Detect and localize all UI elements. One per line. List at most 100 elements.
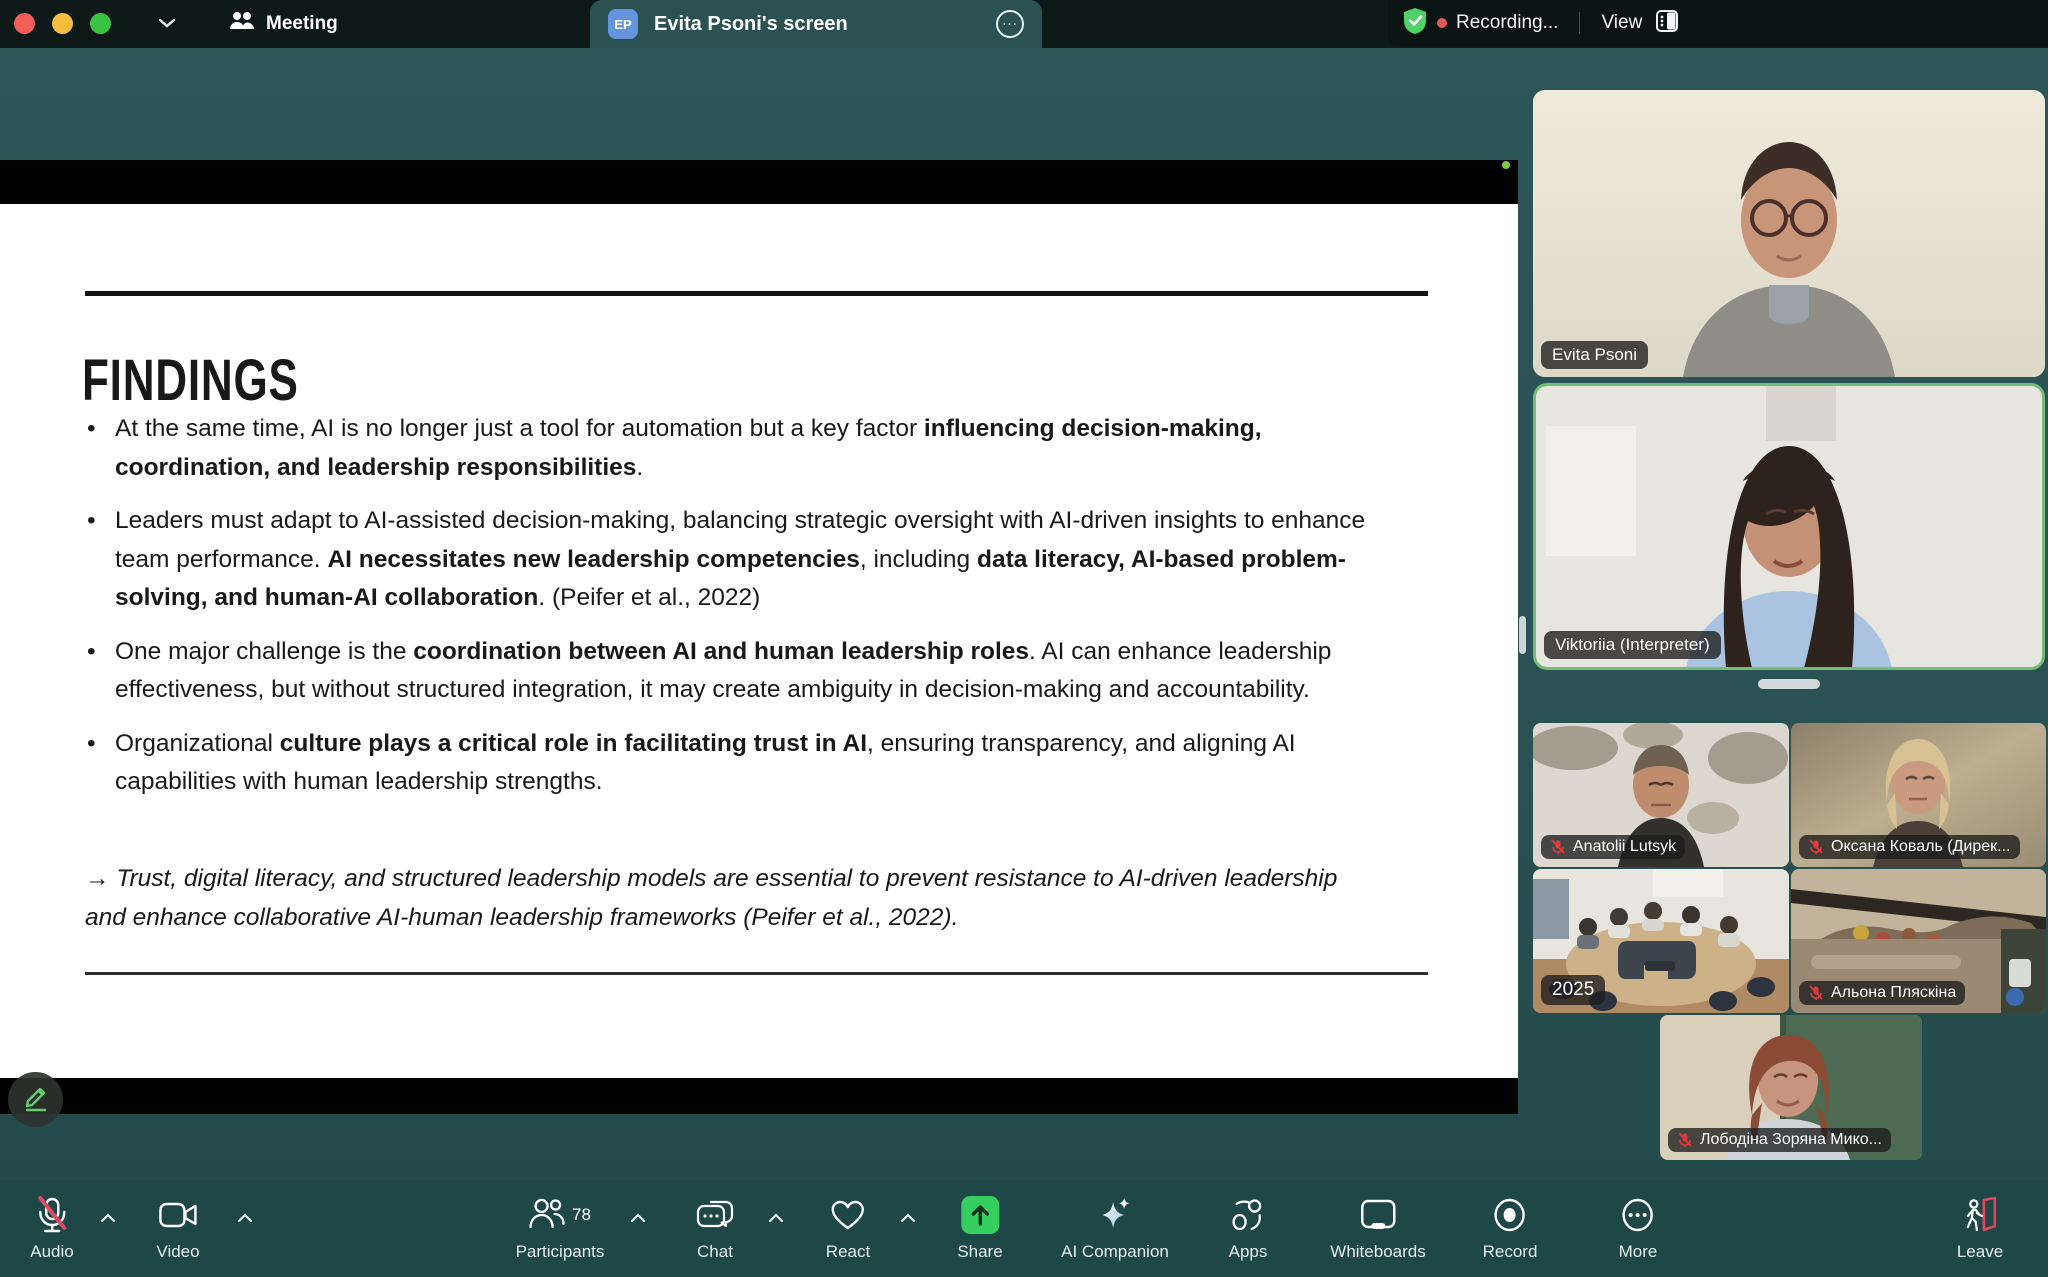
more-button[interactable]: More bbox=[1619, 1194, 1658, 1262]
window-zoom-button[interactable] bbox=[90, 13, 111, 34]
chat-label: Chat bbox=[696, 1242, 734, 1262]
avatar: EP bbox=[608, 9, 638, 39]
tab-meeting[interactable]: Meeting bbox=[228, 6, 338, 42]
muted-mic-icon bbox=[1808, 839, 1824, 855]
recording-status: Recording... bbox=[1456, 12, 1558, 34]
leave-button[interactable]: Leave bbox=[1957, 1194, 2003, 1262]
muted-mic-icon bbox=[1550, 839, 1566, 855]
slide-title: FINDINGS bbox=[82, 347, 299, 414]
tab-shared-screen-label: Evita Psoni's screen bbox=[654, 13, 996, 36]
react-label: React bbox=[826, 1242, 870, 1262]
tab-options-icon[interactable]: ... bbox=[996, 10, 1024, 38]
video-tile-anatolii-lutsyk[interactable]: Anatolii Lutsyk bbox=[1533, 723, 1789, 867]
slide-bullet: One major challenge is the coordination … bbox=[85, 633, 1375, 710]
participant-name: 2025 bbox=[1552, 979, 1594, 1001]
ai-companion-button[interactable]: AI Companion bbox=[1061, 1194, 1169, 1262]
panel-drag-handle[interactable] bbox=[1758, 679, 1820, 689]
video-tile-lobodina-zoryana[interactable]: Лободіна Зоряна Мико... bbox=[1660, 1015, 1922, 1160]
view-layout-icon[interactable] bbox=[1655, 9, 1679, 38]
video-tile-evita-psoni[interactable]: Evita Psoni bbox=[1533, 90, 2045, 377]
participant-name: Anatolii Lutsyk bbox=[1573, 838, 1676, 856]
share-button[interactable]: Share bbox=[957, 1194, 1002, 1262]
chat-bubble-icon bbox=[696, 1194, 734, 1236]
audio-button[interactable]: Audio bbox=[30, 1194, 73, 1262]
video-thumbnail bbox=[1536, 386, 2043, 668]
zoom-meeting-window: Meeting EP Evita Psoni's screen ... Reco… bbox=[0, 0, 2048, 1277]
participant-name-badge: Лободіна Зоряна Мико... bbox=[1668, 1128, 1891, 1152]
video-label: Video bbox=[156, 1242, 199, 1262]
tab-shared-screen[interactable]: EP Evita Psoni's screen ... bbox=[590, 0, 1042, 48]
view-button[interactable]: View bbox=[1601, 12, 1642, 34]
participant-name-badge: Anatolii Lutsyk bbox=[1541, 835, 1685, 859]
apps-icon bbox=[1229, 1194, 1268, 1236]
video-camera-icon bbox=[156, 1194, 199, 1236]
video-button[interactable]: Video bbox=[156, 1194, 199, 1262]
react-options-chevron[interactable] bbox=[900, 1210, 916, 1228]
slide-rule-bottom bbox=[85, 972, 1428, 975]
participant-name: Лободіна Зоряна Мико... bbox=[1700, 1131, 1882, 1149]
participant-name: Альона Пляскіна bbox=[1831, 984, 1956, 1002]
video-thumbnail bbox=[1533, 90, 2045, 377]
apps-button[interactable]: Apps bbox=[1229, 1194, 1268, 1262]
microphone-muted-icon bbox=[30, 1194, 73, 1236]
video-tile-alona-plyaskina[interactable]: Альона Пляскіна bbox=[1791, 869, 2046, 1013]
participants-label: Participants bbox=[516, 1242, 605, 1262]
muted-mic-icon bbox=[1677, 1132, 1693, 1148]
whiteboards-button[interactable]: Whiteboards bbox=[1330, 1194, 1425, 1262]
video-tile-2025-room[interactable]: 2025 bbox=[1533, 869, 1789, 1013]
slide-bullet: Organizational culture plays a critical … bbox=[85, 725, 1375, 802]
divider bbox=[1579, 12, 1580, 34]
slide-bullet: At the same time, AI is no longer just a… bbox=[85, 410, 1375, 487]
video-tile-oksana-koval[interactable]: Оксана Коваль (Дирек... bbox=[1791, 723, 2046, 867]
leave-label: Leave bbox=[1957, 1242, 2003, 1262]
titlebar: Meeting EP Evita Psoni's screen ... Reco… bbox=[0, 0, 2048, 48]
participant-name-badge: Evita Psoni bbox=[1541, 341, 1648, 369]
share-label: Share bbox=[957, 1242, 1002, 1262]
chevron-down-icon[interactable] bbox=[158, 16, 176, 34]
record-label: Record bbox=[1483, 1242, 1538, 1262]
apps-label: Apps bbox=[1229, 1242, 1268, 1262]
participants-group-icon bbox=[228, 9, 256, 39]
slide-rule-top bbox=[85, 291, 1428, 296]
video-options-chevron[interactable] bbox=[237, 1210, 253, 1228]
slide-bullet: Leaders must adapt to AI-assisted decisi… bbox=[85, 502, 1375, 618]
video-tile-viktoriia[interactable]: Viktoriia (Interpreter) bbox=[1533, 383, 2045, 670]
record-icon bbox=[1483, 1194, 1538, 1236]
record-button[interactable]: Record bbox=[1483, 1194, 1538, 1262]
share-arrow-up-icon bbox=[961, 1196, 999, 1234]
presenter-indicator-dot bbox=[1502, 161, 1510, 169]
more-label: More bbox=[1619, 1242, 1658, 1262]
participant-name: Оксана Коваль (Дирек... bbox=[1831, 838, 2011, 856]
window-close-button[interactable] bbox=[14, 13, 35, 34]
pencil-icon bbox=[20, 1081, 52, 1118]
participants-button[interactable]: 78 Participants bbox=[516, 1194, 605, 1262]
chat-button[interactable]: Chat bbox=[696, 1194, 734, 1262]
sparkle-icon bbox=[1061, 1194, 1169, 1236]
chat-options-chevron[interactable] bbox=[768, 1210, 784, 1228]
shared-screen-letterbox-bottom bbox=[0, 1078, 1518, 1114]
heart-icon bbox=[826, 1194, 870, 1236]
participants-options-chevron[interactable] bbox=[630, 1210, 646, 1228]
ellipsis-icon bbox=[1619, 1194, 1658, 1236]
tab-meeting-label: Meeting bbox=[266, 13, 338, 35]
participant-name-badge: Оксана Коваль (Дирек... bbox=[1799, 835, 2020, 859]
participants-count: 78 bbox=[572, 1205, 591, 1225]
audio-options-chevron[interactable] bbox=[100, 1210, 116, 1228]
window-minimize-button[interactable] bbox=[52, 13, 73, 34]
recording-dot-icon bbox=[1437, 18, 1447, 28]
security-shield-icon[interactable] bbox=[1402, 7, 1428, 40]
ai-companion-label: AI Companion bbox=[1061, 1242, 1169, 1262]
shared-slide: FINDINGS At the same time, AI is no long… bbox=[0, 204, 1518, 1078]
shared-screen-letterbox-top bbox=[0, 160, 1518, 204]
annotate-button[interactable] bbox=[8, 1072, 63, 1127]
participant-name-badge: Viktoriia (Interpreter) bbox=[1544, 631, 1721, 659]
meeting-toolbar: Audio Video bbox=[0, 1180, 2048, 1277]
scrollbar-thumb[interactable] bbox=[1519, 616, 1526, 654]
leave-door-icon bbox=[1957, 1194, 2003, 1236]
react-button[interactable]: React bbox=[826, 1194, 870, 1262]
status-cluster: Recording... View bbox=[1388, 0, 2048, 46]
whiteboard-icon bbox=[1330, 1194, 1425, 1236]
participant-name-badge: 2025 bbox=[1541, 975, 1605, 1005]
participant-name-badge: Альона Пляскіна bbox=[1799, 981, 1965, 1005]
participant-name: Evita Psoni bbox=[1552, 345, 1637, 365]
